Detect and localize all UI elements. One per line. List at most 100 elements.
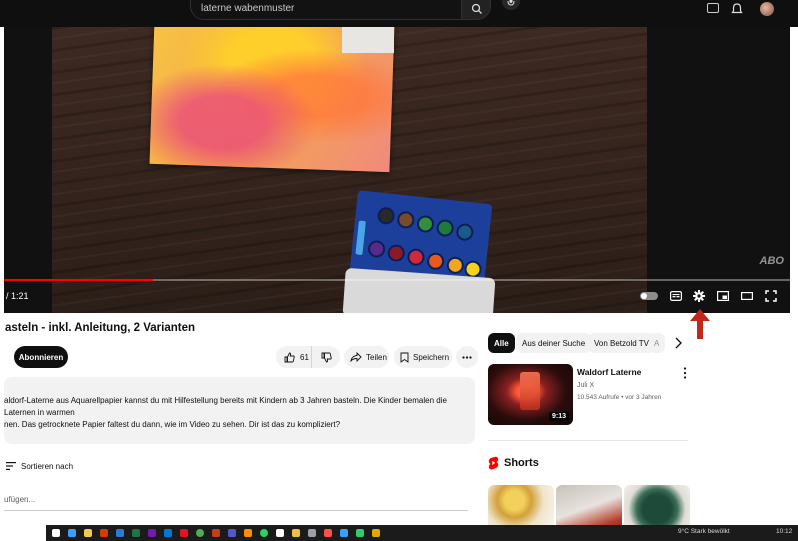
- weather-widget[interactable]: 9°C Stark bewölkt: [678, 528, 730, 535]
- section-divider: [488, 440, 688, 441]
- chrome-icon[interactable]: [196, 529, 204, 537]
- description-line: aldorf-Laterne aus Aquarellpapier kannst…: [4, 396, 447, 417]
- system-clock[interactable]: 10:12: [776, 528, 792, 535]
- outlook-icon[interactable]: [164, 529, 172, 537]
- time-display: / 1:21: [6, 291, 29, 301]
- video-title: asteln - inkl. Anleitung, 2 Varianten: [5, 322, 196, 334]
- powerpoint-icon[interactable]: [212, 529, 220, 537]
- app-icon[interactable]: [308, 529, 316, 537]
- chevron-right-icon[interactable]: [673, 337, 683, 349]
- like-dislike-group: 61: [276, 346, 340, 368]
- shorts-logo-icon: [488, 456, 499, 470]
- more-horizontal-icon: [462, 355, 472, 359]
- progress-bar[interactable]: [4, 279, 790, 281]
- app-icon[interactable]: [372, 529, 380, 537]
- video-player[interactable]: ABO / 1:21: [4, 27, 790, 313]
- excel-icon[interactable]: [132, 529, 140, 537]
- recommended-video-meta: 10.543 Aufrufe • vor 3 Jahren: [577, 394, 662, 401]
- like-count: 61: [300, 352, 309, 362]
- whatsapp-icon[interactable]: [260, 529, 268, 537]
- app-icon[interactable]: [324, 529, 332, 537]
- chip-from-search[interactable]: Aus deiner Suche: [516, 333, 592, 353]
- miniplayer-icon: [717, 291, 729, 301]
- shorts-thumbnail[interactable]: [556, 485, 622, 529]
- youtube-top-bar: laterne wabenmuster: [0, 0, 798, 27]
- edge-icon[interactable]: [68, 529, 76, 537]
- save-label: Speichern: [413, 352, 450, 362]
- paint-tube: [355, 220, 366, 256]
- mic-icon: [507, 0, 515, 6]
- office-icon[interactable]: [100, 529, 108, 537]
- teams-icon[interactable]: [228, 529, 236, 537]
- paint-pan: [367, 239, 386, 259]
- search-icon: [471, 3, 482, 14]
- search-input[interactable]: laterne wabenmuster: [190, 0, 462, 20]
- shorts-thumbnail[interactable]: [488, 485, 554, 529]
- search-icon[interactable]: [52, 529, 60, 537]
- sort-icon[interactable]: [6, 462, 16, 470]
- chip-truncated[interactable]: A: [650, 333, 665, 353]
- shorts-thumbnail[interactable]: [624, 485, 690, 529]
- settings-button[interactable]: [691, 289, 707, 303]
- kebab-menu-icon[interactable]: [681, 367, 689, 379]
- paper-tag: [342, 27, 394, 53]
- subscribe-button[interactable]: Abonnieren: [14, 346, 68, 368]
- subtitles-icon: [670, 291, 682, 301]
- save-button[interactable]: Speichern: [394, 346, 452, 368]
- miniplayer-button[interactable]: [715, 289, 731, 303]
- create-video-icon[interactable]: [707, 3, 719, 13]
- channel-watermark: ABO: [759, 255, 784, 267]
- word-icon[interactable]: [116, 529, 124, 537]
- app-icon[interactable]: [356, 529, 364, 537]
- share-label: Teilen: [366, 352, 387, 362]
- sort-comments-button[interactable]: Sortieren nach: [21, 462, 73, 471]
- video-duration-badge: 9:13: [548, 412, 569, 421]
- progress-fill: [4, 279, 154, 281]
- autoplay-toggle[interactable]: [640, 292, 658, 300]
- account-avatar[interactable]: [760, 2, 774, 16]
- file-explorer-icon[interactable]: [84, 529, 92, 537]
- app-icon[interactable]: [292, 529, 300, 537]
- comment-input[interactable]: ufügen...: [4, 495, 468, 511]
- browser-window: laterne wabenmuster ABO / 1:21 asteln - …: [0, 0, 798, 541]
- annotation-arrow-icon: [690, 309, 710, 339]
- paint-pan: [435, 218, 455, 238]
- recommended-video-title[interactable]: Waldorf Laterne: [577, 367, 641, 377]
- bookmark-icon: [400, 352, 409, 363]
- recommended-video-channel[interactable]: Juli X: [577, 382, 594, 389]
- app-icon[interactable]: [340, 529, 348, 537]
- paint-pan: [445, 255, 465, 275]
- recommended-video-thumbnail[interactable]: 9:13: [488, 364, 573, 425]
- settings-gear-icon: [693, 290, 705, 302]
- paint-pan: [416, 214, 435, 234]
- search-button[interactable]: [461, 0, 491, 20]
- chip-all[interactable]: Alle: [488, 333, 515, 353]
- app-icon[interactable]: [276, 529, 284, 537]
- voice-search-button[interactable]: [502, 0, 520, 10]
- dislike-button[interactable]: [312, 346, 340, 368]
- subtitles-button[interactable]: [668, 289, 684, 303]
- paint-pan: [426, 251, 445, 271]
- video-description[interactable]: aldorf-Laterne aus Aquarellpapier kannst…: [4, 377, 475, 444]
- share-button[interactable]: Teilen: [344, 346, 389, 368]
- video-frame: [52, 27, 647, 313]
- paint-pan: [455, 222, 475, 242]
- thumbs-up-icon: [284, 352, 295, 362]
- app-icon[interactable]: [244, 529, 252, 537]
- onenote-icon[interactable]: [148, 529, 156, 537]
- paint-pan: [376, 206, 396, 226]
- share-arrow-icon: [350, 352, 362, 362]
- pdf-icon[interactable]: [180, 529, 188, 537]
- theater-mode-button[interactable]: [739, 289, 755, 303]
- description-stats: [4, 385, 475, 395]
- description-line: nen. Das getrocknete Papier faltest du d…: [4, 420, 341, 429]
- chip-from-channel[interactable]: Von Betzold TV: [588, 333, 655, 353]
- theater-mode-icon: [741, 292, 753, 300]
- more-actions-button[interactable]: [456, 346, 478, 368]
- thumbs-down-icon: [321, 352, 332, 362]
- like-button[interactable]: 61: [276, 346, 312, 368]
- notifications-bell-icon[interactable]: [731, 3, 743, 15]
- fullscreen-button[interactable]: [763, 289, 779, 303]
- lantern-shape: [520, 372, 540, 410]
- windows-taskbar: 9°C Stark bewölkt 10:12: [46, 525, 798, 541]
